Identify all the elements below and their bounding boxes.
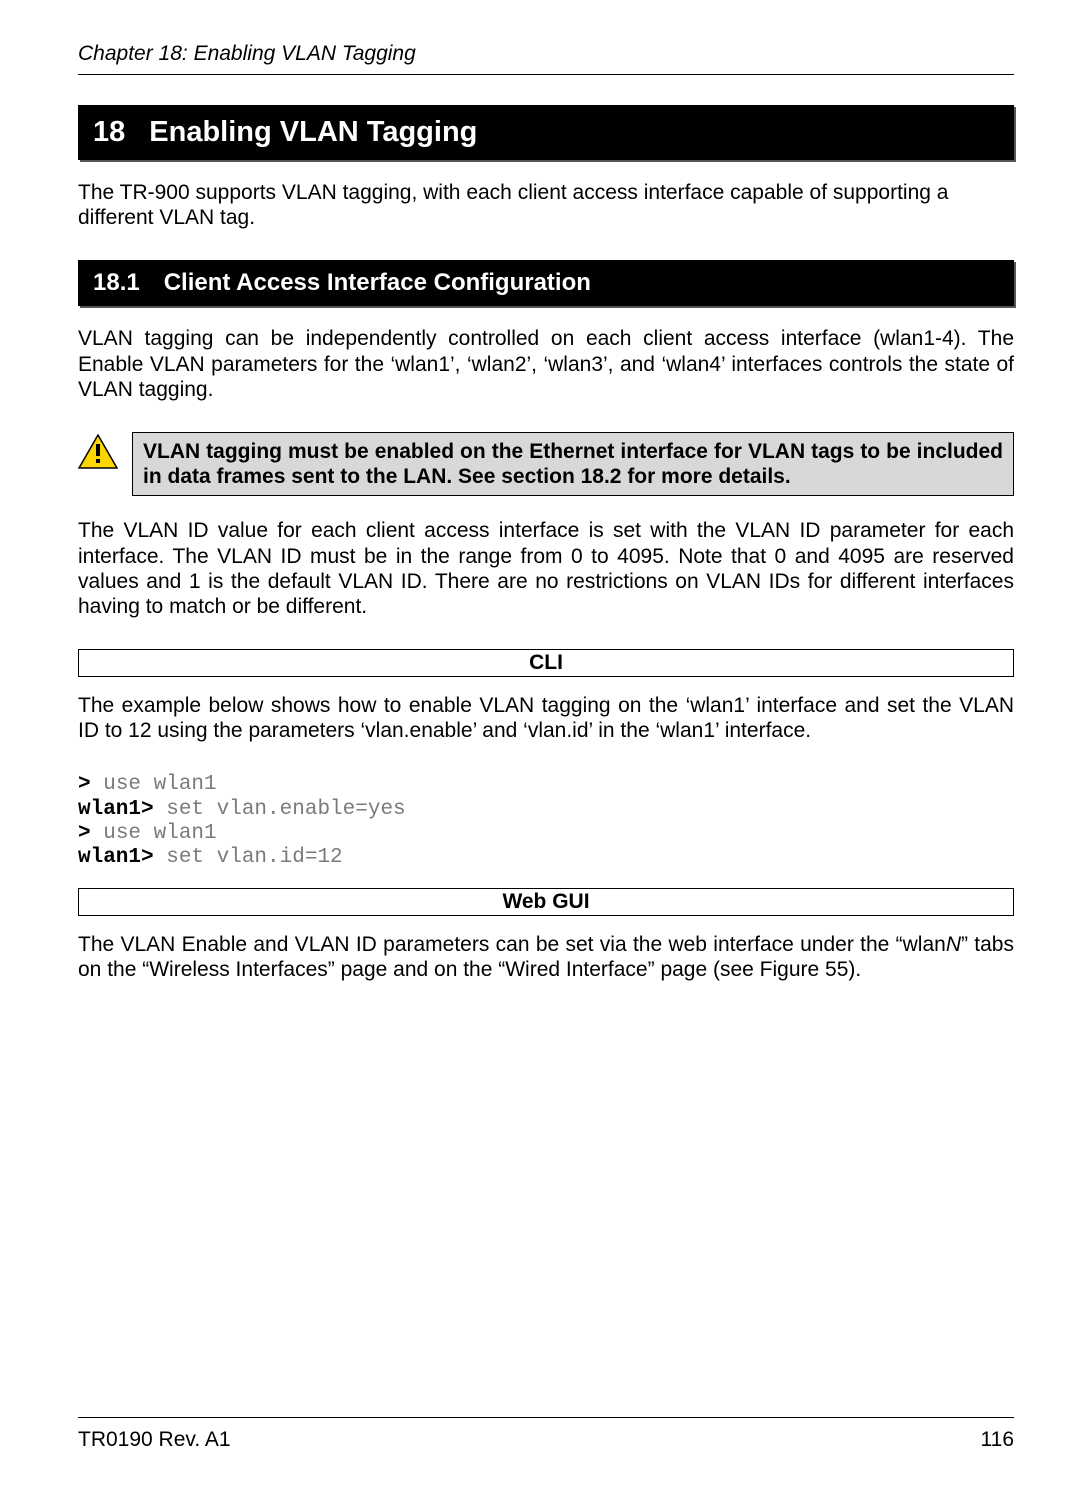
cli-heading: CLI — [78, 649, 1014, 677]
page-footer: TR0190 Rev. A1 116 — [78, 1417, 1014, 1452]
section-body-1: VLAN tagging can be independently contro… — [78, 326, 1014, 402]
cli-prompt: > — [78, 822, 103, 845]
section-number: 18.1 — [93, 269, 140, 296]
cli-command: use wlan1 — [103, 822, 216, 845]
webgui-heading: Web GUI — [78, 888, 1014, 916]
section-title: Client Access Interface Configuration — [164, 269, 591, 296]
cli-prompt: wlan1> — [78, 798, 166, 821]
webgui-body-n: N — [946, 933, 961, 956]
header-divider — [78, 74, 1014, 75]
note-text: VLAN tagging must be enabled on the Ethe… — [132, 432, 1014, 496]
page-number: 116 — [981, 1428, 1014, 1452]
footer-left: TR0190 Rev. A1 — [78, 1428, 231, 1452]
cli-command: set vlan.id=12 — [166, 846, 342, 869]
webgui-body: The VLAN Enable and VLAN ID parameters c… — [78, 932, 1014, 982]
footer-divider — [78, 1417, 1014, 1418]
page-header: Chapter 18: Enabling VLAN Tagging — [78, 42, 1014, 66]
cli-command: set vlan.enable=yes — [166, 798, 405, 821]
section-heading: 18.1 Client Access Interface Configuratio… — [78, 260, 1014, 306]
chapter-title: Enabling VLAN Tagging — [149, 116, 477, 148]
cli-prompt: > — [78, 773, 103, 796]
webgui-body-pre: The VLAN Enable and VLAN ID parameters c… — [78, 933, 946, 956]
cli-intro: The example below shows how to enable VL… — [78, 693, 1014, 743]
intro-text: The TR-900 supports VLAN tagging, with e… — [78, 180, 1014, 230]
chapter-number: 18 — [93, 116, 125, 148]
cli-block: > use wlan1 wlan1> set vlan.enable=yes >… — [78, 773, 1014, 870]
section-body-2: The VLAN ID value for each client access… — [78, 518, 1014, 619]
cli-command: use wlan1 — [103, 773, 216, 796]
warning-icon — [78, 434, 118, 470]
note-box: VLAN tagging must be enabled on the Ethe… — [78, 432, 1014, 496]
cli-prompt: wlan1> — [78, 846, 166, 869]
chapter-heading: 18 Enabling VLAN Tagging — [78, 105, 1014, 160]
